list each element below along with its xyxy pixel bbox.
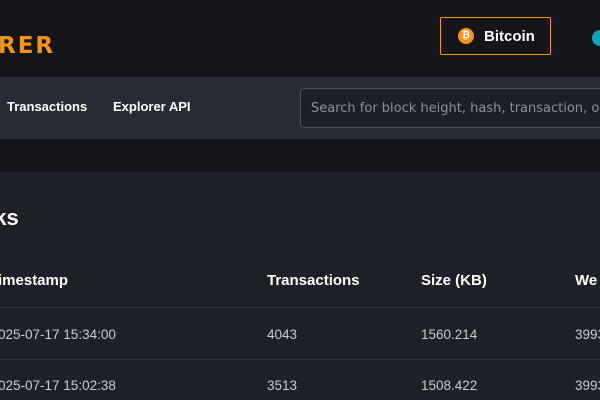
row-1-transactions: 4043 <box>267 327 298 342</box>
column-header-transactions: Transactions <box>267 272 360 289</box>
row-1-size: 1560.214 <box>421 327 478 342</box>
network-selector-label: Bitcoin <box>484 27 535 45</box>
row-2-size: 1508.422 <box>421 378 478 393</box>
column-header-weight: We <box>575 272 598 289</box>
row-1-timestamp: 025-07-17 15:34:00 <box>0 327 116 342</box>
network-icon[interactable] <box>592 30 600 46</box>
row-divider <box>0 359 600 360</box>
header: RER ₿ Bitcoin <box>0 0 600 77</box>
nav-link-explorer-api[interactable]: Explorer API <box>113 99 191 114</box>
column-header-size: Size (KB) <box>421 272 487 289</box>
page: RER ₿ Bitcoin Transactions Explorer API … <box>0 0 600 400</box>
bitcoin-icon: ₿ <box>458 28 474 44</box>
row-2-timestamp: 025-07-17 15:02:38 <box>0 378 116 393</box>
row-1-weight: 3993 <box>575 327 600 342</box>
row-2-transactions: 3513 <box>267 378 298 393</box>
network-selector-button[interactable]: ₿ Bitcoin <box>440 17 551 55</box>
nav-link-transactions[interactable]: Transactions <box>7 99 87 114</box>
search-box <box>300 88 600 128</box>
spacer-band <box>0 139 600 172</box>
row-2-weight: 3993 <box>575 378 600 393</box>
search-input[interactable] <box>311 100 599 116</box>
column-header-timestamp: imestamp <box>0 272 69 289</box>
logo[interactable]: RER <box>0 32 55 60</box>
blocks-title: cks <box>0 205 19 230</box>
row-divider <box>0 307 600 308</box>
